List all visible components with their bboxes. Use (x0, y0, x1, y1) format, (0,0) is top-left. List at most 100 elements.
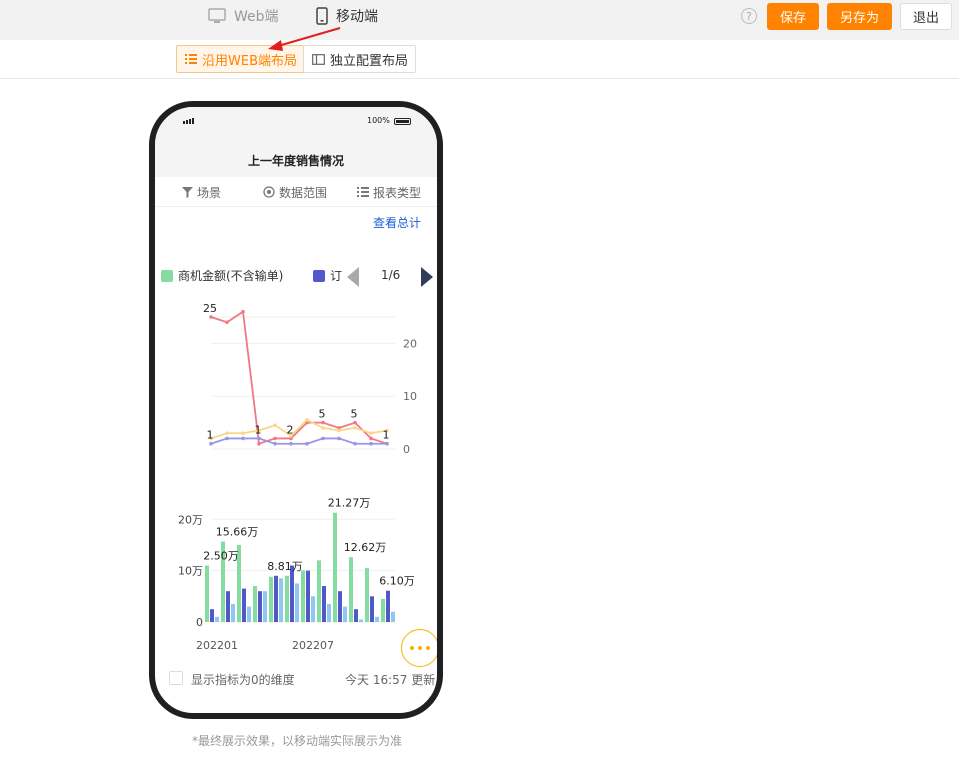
bar (205, 565, 209, 622)
scope-icon (263, 186, 275, 198)
panel-icon (312, 53, 325, 65)
phone-preview: 100% 上一年度销售情况 场景 数据范围 报表类型 查看总计 商机金额(不含输… (149, 101, 443, 719)
chart-legend: 商机金额(不含输单) 订 1/6 (161, 267, 437, 287)
data-label: 5 (319, 408, 326, 421)
data-point (337, 436, 341, 441)
combo-chart: 01020251 1 25 51010万20万15.66万2.50万8.81万21.2… (178, 302, 417, 652)
data-point (369, 436, 373, 441)
save-button[interactable]: 保存 (767, 3, 819, 30)
save-as-button[interactable]: 另存为 (827, 3, 892, 30)
data-point (241, 436, 245, 441)
bar (242, 588, 246, 622)
data-point (289, 441, 293, 446)
data-point (273, 423, 277, 428)
legend-item[interactable]: 商机金额(不含输单) (161, 267, 283, 284)
bar (386, 590, 390, 622)
layout-independent-option[interactable]: 独立配置布局 (303, 45, 416, 73)
data-label: 1 (383, 429, 390, 442)
top-toolbar: Web端 移动端 ? 保存 另存为 退出 (0, 0, 959, 40)
show-zero-checkbox[interactable] (169, 671, 183, 685)
exit-button[interactable]: 退出 (900, 3, 952, 30)
status-bar: 100% (155, 107, 437, 143)
bar (215, 616, 219, 622)
battery-icon (394, 118, 411, 125)
data-point (369, 431, 373, 435)
divider (0, 78, 959, 79)
bar (226, 591, 230, 622)
data-point (225, 320, 229, 325)
bar (269, 576, 273, 622)
y-tick-label: 10万 (178, 565, 203, 578)
question-circle-icon[interactable]: ? (741, 8, 757, 24)
filter-scene[interactable]: 场景 (182, 177, 221, 207)
report-title: 上一年度销售情况 (155, 143, 437, 177)
update-time: 今天 16:57 更新 (345, 673, 436, 687)
bar (354, 609, 358, 622)
legend-item[interactable]: 订 (313, 267, 344, 284)
dot-icon (418, 646, 422, 650)
series-line (210, 437, 387, 445)
filter-report-type[interactable]: 报表类型 (357, 177, 421, 207)
layout-follow-web-label: 沿用WEB端布局 (202, 53, 297, 69)
legend-page: 1/6 (381, 268, 401, 282)
data-label: 25 (203, 302, 217, 315)
data-label: 8.81万 (267, 560, 303, 573)
bar (327, 604, 331, 622)
monitor-icon (208, 8, 226, 24)
series-line (210, 418, 388, 440)
data-label: 12.62万 (344, 541, 387, 554)
bar (365, 568, 369, 622)
data-label: 6.10万 (379, 575, 415, 588)
layout-follow-web-option[interactable]: 沿用WEB端布局 (176, 45, 304, 73)
bar (274, 575, 278, 622)
tab-web[interactable]: Web端 (208, 0, 279, 32)
data-point (305, 418, 309, 422)
tab-mobile-label: 移动端 (336, 9, 378, 25)
data-point (337, 428, 341, 433)
data-point (257, 441, 261, 446)
bar (263, 591, 267, 622)
data-point (241, 431, 245, 435)
filter-bar: 场景 数据范围 报表类型 (155, 177, 437, 207)
data-point (321, 420, 325, 425)
data-point (305, 441, 309, 446)
bar (290, 565, 294, 622)
y-tick-label: 20 (403, 337, 417, 350)
bar (322, 586, 326, 622)
battery-percent: 100% (367, 116, 390, 125)
preview-caption: *最终展示效果，以移动端实际展示为准 (192, 734, 403, 748)
bar (253, 586, 257, 622)
bar (343, 606, 347, 622)
data-point (273, 441, 277, 446)
data-point (209, 441, 213, 446)
data-point (321, 436, 325, 441)
list-icon (185, 54, 197, 64)
annotation-arrow (268, 27, 341, 51)
legend-swatch (161, 269, 173, 282)
data-label: 1 (255, 423, 262, 436)
series-line (210, 310, 388, 445)
bar (333, 512, 337, 622)
data-point (241, 309, 245, 314)
legend-swatch (313, 269, 325, 282)
x-tick-label: 202207 (292, 639, 334, 652)
bar (311, 596, 315, 622)
data-label: 21.27万 (328, 497, 371, 510)
bar (359, 619, 363, 622)
data-point (257, 436, 261, 441)
filter-scope[interactable]: 数据范围 (263, 177, 327, 207)
y-tick-label: 0 (403, 443, 410, 456)
bar (306, 570, 310, 622)
data-label: 2 (287, 423, 294, 436)
signal-icon (183, 118, 194, 124)
list-icon (357, 187, 369, 197)
y-tick-label: 20万 (178, 513, 203, 526)
bar (210, 609, 214, 622)
more-button[interactable] (401, 629, 437, 667)
show-zero-label: 显示指标为0的维度 (191, 673, 295, 687)
data-point (225, 431, 229, 435)
view-total-link[interactable]: 查看总计 (373, 214, 421, 231)
filter-scope-label: 数据范围 (279, 185, 328, 200)
filter-icon (182, 186, 193, 198)
tab-mobile[interactable]: 移动端 (316, 0, 378, 32)
